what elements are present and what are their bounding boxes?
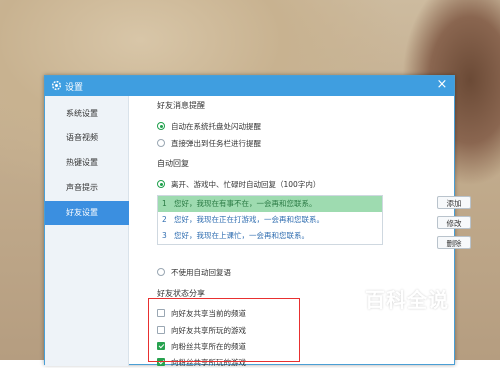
reply-text: 您好，我现在上课忙，一会再和您联系。 xyxy=(174,231,309,240)
reply-number: 3 xyxy=(162,231,167,240)
auto-reply-list: 1 您好，我现在有事不在，一会再和您联系。 2 您好，我现在正在打游戏，一会再和您联… xyxy=(157,195,383,245)
edit-reply-button[interactable]: 修改 xyxy=(437,216,471,229)
reply-text: 您好，我现在有事不在，一会再和您联系。 xyxy=(174,199,317,208)
tray-flash-radio[interactable] xyxy=(157,122,165,130)
list-item[interactable]: 2 您好，我现在正在打游戏，一会再和您联系。 xyxy=(158,212,382,228)
add-reply-button[interactable]: 添加 xyxy=(437,196,471,209)
auto-reply-enable-radio[interactable] xyxy=(157,180,165,188)
sidebar-item-voice-video[interactable]: 语音视频 xyxy=(45,126,129,150)
settings-gear-icon xyxy=(51,80,62,91)
friend-message-alert-title: 好友消息提醒 xyxy=(157,101,205,110)
tray-flash-label: 自动在系统托盘处闪动提醒 xyxy=(171,122,261,131)
list-item[interactable]: 1 您好，我现在有事不在，一会再和您联系。 xyxy=(158,196,382,212)
reply-text: 您好，我现在正在打游戏，一会再和您联系。 xyxy=(174,215,324,224)
sidebar-item-sound[interactable]: 声音提示 xyxy=(45,176,129,200)
sidebar-item-system[interactable]: 系统设置 xyxy=(45,102,129,126)
delete-reply-button[interactable]: 删除 xyxy=(437,236,471,249)
no-auto-reply-radio[interactable] xyxy=(157,268,165,276)
list-item[interactable]: 3 您好，我现在上课忙，一会再和您联系。 xyxy=(158,228,382,244)
close-button[interactable]: × xyxy=(432,76,452,94)
window-titlebar[interactable]: 设置 × xyxy=(45,76,454,96)
sidebar-item-hotkeys[interactable]: 热键设置 xyxy=(45,151,129,175)
taskbar-popup-label: 直接弹出到任务栏进行提醒 xyxy=(171,139,261,148)
reply-number: 2 xyxy=(162,215,167,224)
watermark-logo-text: 百科全说 xyxy=(365,288,449,312)
sidebar-item-friends[interactable]: 好友设置 xyxy=(45,201,129,225)
settings-sidebar: 系统设置 语音视频 热键设置 声音提示 好友设置 xyxy=(45,96,129,366)
watermark-slogan: 助你轻松解决 xyxy=(370,318,436,329)
taskbar-popup-radio[interactable] xyxy=(157,139,165,147)
annotation-highlight-box xyxy=(148,298,300,362)
window-title: 设置 xyxy=(65,83,84,93)
auto-reply-title: 自动回复 xyxy=(157,159,189,168)
reply-number: 1 xyxy=(162,199,167,208)
no-auto-reply-label: 不使用自动回复语 xyxy=(171,268,231,277)
auto-reply-enable-label: 离开、游戏中、忙碌时自动回复（100字内） xyxy=(171,180,321,189)
